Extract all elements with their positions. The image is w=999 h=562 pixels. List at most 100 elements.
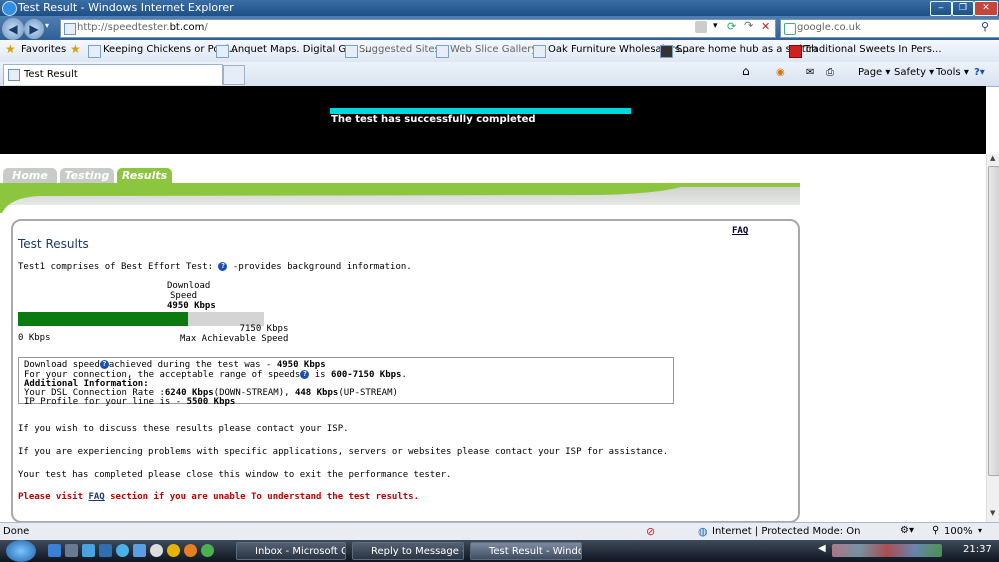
- address-input[interactable]: http://speedtester.bt.com/ ▾ ⟳ ↷ ✕: [60, 19, 776, 38]
- page-icon: [345, 45, 358, 58]
- window-title: Test Result - Windows Internet Explorer: [18, 1, 234, 14]
- zoom-dropdown-icon[interactable]: ▾: [978, 526, 982, 535]
- ie-logo-icon: [2, 1, 17, 16]
- close-window-button[interactable]: ✕: [974, 1, 998, 16]
- fav-item-traditional-sweets[interactable]: Traditional Sweets In Pers...: [804, 44, 942, 55]
- firefox-quicklaunch-icon[interactable]: [184, 544, 197, 557]
- window-title-bar: Test Result - Windows Internet Explorer …: [0, 0, 999, 16]
- page-icon: [436, 45, 449, 58]
- tab-bar: Test Result ⌂ ◉ ✉ ⎙ Page ▾ Safety ▾ Tool…: [0, 62, 999, 87]
- back-button[interactable]: ◀: [2, 18, 24, 40]
- fav-item-web-slice-gallery[interactable]: Web Slice Gallery ▾: [450, 44, 546, 55]
- show-desktop-icon[interactable]: [48, 544, 61, 557]
- zoom-level[interactable]: 100%: [944, 526, 973, 537]
- info-help-icon[interactable]: ?: [99, 360, 109, 369]
- history-dropdown-icon[interactable]: ▾: [45, 21, 49, 30]
- paragraph-visit-faq: Please visit FAQ section if you are unab…: [18, 492, 419, 502]
- tray-expand-icon[interactable]: ◀: [818, 543, 826, 554]
- vertical-scrollbar[interactable]: ▲ ▼: [986, 154, 999, 522]
- taskbar-item-reply[interactable]: Reply to Message - ...: [352, 542, 464, 560]
- protected-mode-icon[interactable]: ⚙▾: [900, 525, 914, 536]
- paragraph-contact-isp: If you wish to discuss these results ple…: [18, 424, 349, 434]
- page-icon: [789, 45, 802, 58]
- page-menu[interactable]: Page ▾: [858, 67, 890, 78]
- max-speed-value: 7150 Kbps: [239, 324, 289, 334]
- info-box: Download speed? achieved during the test …: [18, 357, 674, 407]
- taskbar-item-test-result[interactable]: Test Result - Windo...: [470, 542, 582, 560]
- maximize-button[interactable]: ❐: [952, 1, 974, 16]
- home-icon[interactable]: ⌂: [742, 64, 750, 78]
- panel-title: Test Results: [18, 237, 89, 251]
- zoom-icon[interactable]: ⚲: [932, 525, 939, 536]
- safety-menu[interactable]: Safety ▾: [894, 67, 934, 78]
- chrome-quicklaunch-icon[interactable]: [167, 544, 180, 557]
- feeds-icon[interactable]: ◉: [776, 67, 785, 78]
- address-dropdown-icon[interactable]: ▾: [713, 21, 718, 31]
- paragraph-problems: If you are experiencing problems with sp…: [18, 447, 669, 457]
- taskbar: Inbox - Microsoft O... Reply to Message …: [0, 540, 999, 562]
- info-help-icon[interactable]: ?: [300, 370, 310, 379]
- go-icon[interactable]: ↷: [744, 19, 753, 32]
- favorites-button[interactable]: Favorites: [21, 44, 66, 55]
- read-mail-icon[interactable]: ✉: [806, 67, 814, 78]
- search-placeholder: google.co.uk: [797, 22, 861, 33]
- favorites-star-icon[interactable]: ★: [5, 42, 16, 56]
- security-zone: Internet | Protected Mode: On: [712, 526, 861, 537]
- banner: The test has successfully completed: [0, 86, 986, 154]
- nav-tab-testing[interactable]: Testing: [60, 168, 114, 183]
- minimize-button[interactable]: ‒: [930, 1, 952, 16]
- fav-item-suggested-sites[interactable]: Suggested Sites ▾: [359, 44, 448, 55]
- page-icon: [216, 45, 229, 58]
- banner-message: The test has successfully completed: [331, 114, 536, 125]
- help-icon[interactable]: ?▾: [974, 67, 985, 78]
- clock: 21:37: [963, 544, 992, 555]
- forward-button[interactable]: ▶: [24, 19, 44, 39]
- explorer-quicklaunch-icon[interactable]: [133, 544, 146, 557]
- scroll-up-icon[interactable]: ▲: [990, 154, 995, 162]
- faq-inline-link[interactable]: FAQ: [88, 492, 104, 502]
- search-input[interactable]: google.co.uk ⚲: [780, 19, 999, 38]
- outlook-quicklaunch-icon[interactable]: [99, 544, 112, 557]
- address-url: http://speedtester.bt.com/: [77, 22, 208, 33]
- tab-test-result[interactable]: Test Result: [3, 64, 223, 85]
- status-text: Done: [3, 526, 30, 537]
- tools-menu[interactable]: Tools ▾: [936, 67, 969, 78]
- compatibility-view-icon[interactable]: [695, 21, 707, 33]
- new-tab-button[interactable]: [223, 65, 245, 85]
- stop-icon[interactable]: ✕: [761, 20, 770, 33]
- taskbar-item-inbox[interactable]: Inbox - Microsoft O...: [236, 542, 346, 560]
- page-icon: [64, 23, 76, 35]
- system-tray-icons[interactable]: [832, 544, 942, 557]
- scroll-down-icon[interactable]: ▼: [990, 509, 995, 517]
- switch-windows-icon[interactable]: [65, 544, 78, 557]
- page-icon: [88, 45, 101, 58]
- zero-kbps-label: 0 Kbps: [18, 333, 51, 343]
- speed-bar-fill: [18, 312, 189, 326]
- refresh-icon[interactable]: ⟳: [727, 20, 736, 33]
- search-icon[interactable]: ⚲: [981, 20, 989, 33]
- nav-tab-results[interactable]: Results: [117, 168, 172, 183]
- faq-link[interactable]: FAQ: [732, 226, 748, 236]
- header-swoosh: [0, 183, 690, 213]
- favorites-bar: ★ Favorites ★ Keeping Chickens or Poul..…: [0, 40, 999, 63]
- scrollbar-thumb[interactable]: [988, 166, 999, 476]
- download-speed-label: Download Speed 4950 Kbps: [167, 281, 216, 311]
- nav-tab-home[interactable]: Home: [3, 168, 57, 183]
- tab-label: Test Result: [24, 69, 78, 80]
- ie-quicklaunch-icon[interactable]: [82, 544, 95, 557]
- clock-quicklaunch-icon[interactable]: [150, 544, 163, 557]
- google-icon: [784, 23, 796, 35]
- paragraph-close-window: Your test has completed please close thi…: [18, 470, 452, 480]
- start-button[interactable]: [6, 540, 36, 562]
- add-favorite-icon[interactable]: ★: [70, 42, 81, 56]
- blocked-content-icon[interactable]: ⊘: [646, 525, 655, 538]
- status-bar: Done ⊘ ◍ Internet | Protected Mode: On ⚙…: [0, 522, 999, 541]
- page-icon: [660, 45, 673, 58]
- download-speed-value: 4950 Kbps: [167, 301, 216, 311]
- print-icon[interactable]: ⎙: [826, 67, 834, 78]
- messenger-quicklaunch-icon[interactable]: [201, 544, 214, 557]
- media-quicklaunch-icon[interactable]: [116, 544, 129, 557]
- max-speed-label: 7150 Kbps Max Achievable Speed: [180, 324, 289, 344]
- intro-text: Test1 comprises of Best Effort Test: ? -…: [18, 262, 412, 272]
- results-panel: FAQ Test Results Test1 comprises of Best…: [11, 219, 800, 522]
